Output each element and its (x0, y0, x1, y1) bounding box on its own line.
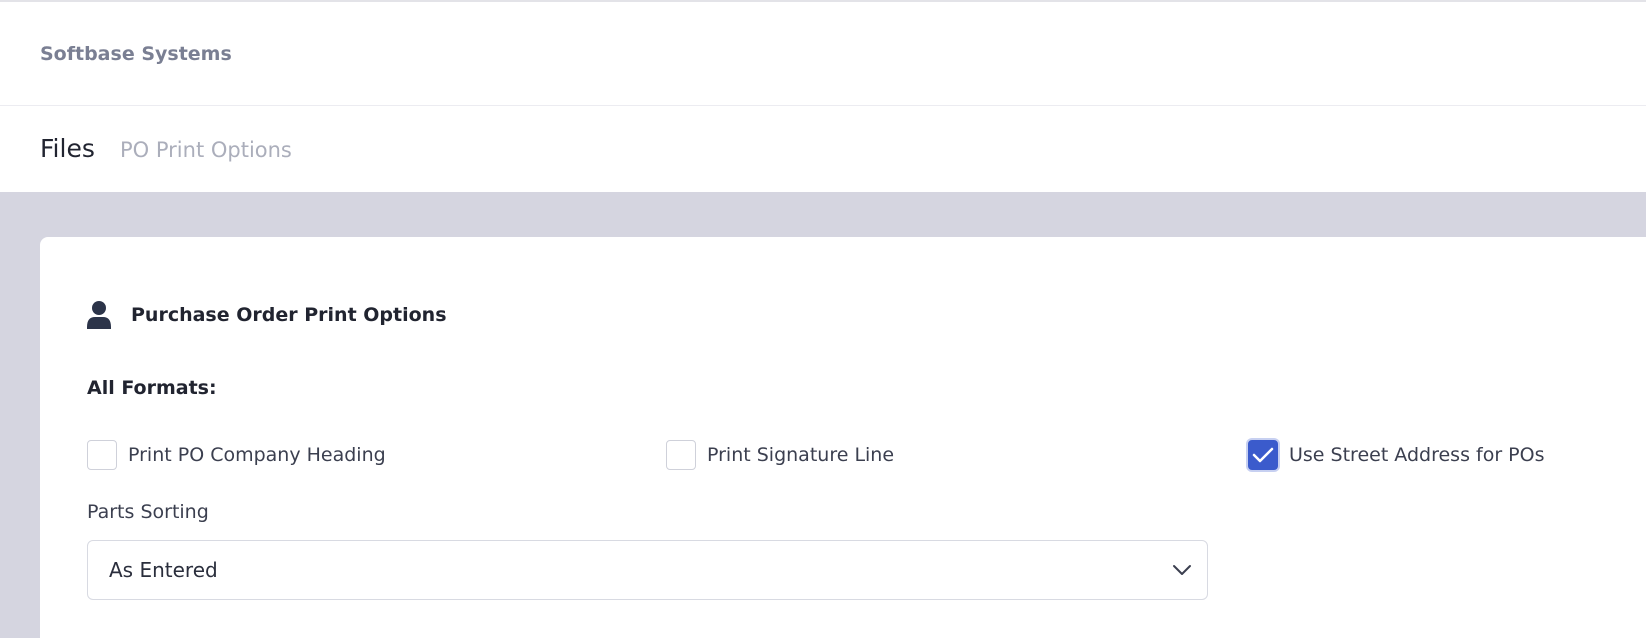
breadcrumb-files[interactable]: Files (40, 134, 95, 163)
company-bar: Softbase Systems (0, 2, 1646, 106)
label-print-po-company-heading[interactable]: Print PO Company Heading (128, 444, 386, 466)
breadcrumb: Files PO Print Options (0, 106, 1646, 192)
parts-sorting-select[interactable]: As Entered (87, 540, 1208, 600)
label-print-signature-line[interactable]: Print Signature Line (707, 444, 894, 466)
breadcrumb-po-print-options: PO Print Options (120, 138, 292, 162)
parts-sorting-label: Parts Sorting (87, 501, 209, 523)
checkmark-icon (1252, 447, 1274, 463)
company-name: Softbase Systems (40, 43, 232, 65)
option-print-po-company-heading[interactable]: Print PO Company Heading (87, 440, 386, 470)
option-print-signature-line[interactable]: Print Signature Line (666, 440, 894, 470)
option-use-street-address[interactable]: Use Street Address for POs (1248, 440, 1545, 470)
card-title: Purchase Order Print Options (131, 304, 447, 326)
label-use-street-address[interactable]: Use Street Address for POs (1289, 444, 1545, 466)
section-label-all-formats: All Formats: (87, 377, 217, 399)
checkbox-print-signature-line[interactable] (666, 440, 696, 470)
card-header: Purchase Order Print Options (87, 301, 447, 329)
user-icon (87, 301, 111, 329)
checkbox-print-po-company-heading[interactable] (87, 440, 117, 470)
options-card: Purchase Order Print Options All Formats… (40, 237, 1646, 638)
chevron-down-icon (1171, 561, 1193, 579)
parts-sorting-value: As Entered (109, 558, 218, 582)
checkbox-use-street-address[interactable] (1248, 440, 1278, 470)
